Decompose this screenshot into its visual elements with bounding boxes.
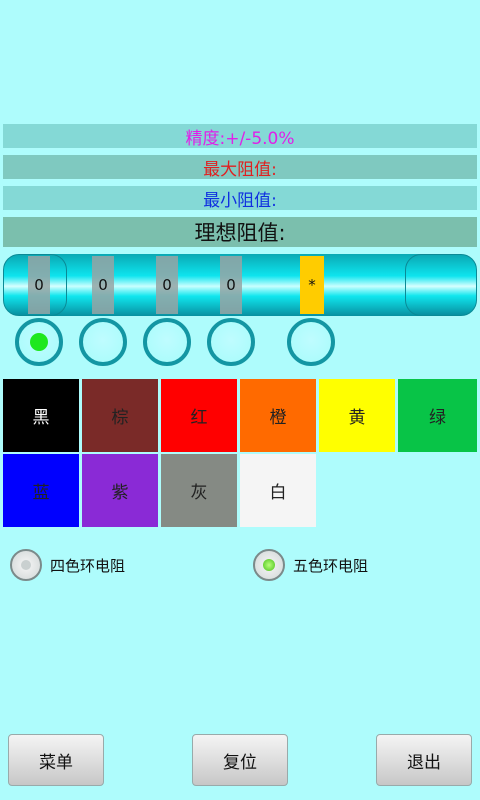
resistor-right-cap (405, 254, 477, 316)
color-red-label: 红 (190, 408, 208, 428)
band-selector-4[interactable] (207, 318, 255, 366)
color-orange[interactable]: 橙 (240, 379, 316, 452)
color-red[interactable]: 红 (161, 379, 237, 452)
color-brown-label: 棕 (111, 408, 129, 428)
color-yellow-label: 黄 (348, 408, 366, 428)
precision-bar: 精度:+/-5.0% (3, 124, 477, 149)
max-resistance-bar: 最大阻值: (3, 155, 477, 180)
band-selector-3[interactable] (143, 318, 191, 366)
four-band-label: 四色环电阻 (50, 556, 126, 575)
color-band-1[interactable]: 0 (28, 256, 50, 314)
exit-button[interactable]: 退出 (376, 734, 472, 786)
selected-indicator (30, 333, 48, 351)
color-band-5[interactable]: * (300, 256, 324, 314)
color-purple-label: 紫 (111, 483, 129, 503)
band-3-value: 0 (162, 276, 172, 294)
color-green[interactable]: 绿 (398, 379, 477, 452)
color-green-label: 绿 (429, 408, 446, 428)
five-band-radio[interactable]: 五色环电阻 (253, 549, 368, 581)
ideal-resistance-text: 理想阻值: (194, 221, 286, 245)
color-band-4[interactable]: 0 (220, 256, 242, 314)
five-band-label: 五色环电阻 (293, 556, 369, 575)
color-band-2[interactable]: 0 (92, 256, 114, 314)
resistor-graphic: 0 0 0 0 * (3, 254, 477, 316)
color-grey[interactable]: 灰 (161, 454, 237, 527)
color-blue[interactable]: 蓝 (3, 454, 79, 527)
ideal-resistance-bar: 理想阻值: (3, 217, 477, 247)
color-black-label: 黑 (32, 408, 50, 428)
radio-ring (253, 549, 285, 581)
four-band-radio[interactable]: 四色环电阻 (10, 549, 125, 581)
color-black[interactable]: 黑 (3, 379, 79, 452)
color-yellow[interactable]: 黄 (319, 379, 395, 452)
menu-button[interactable]: 菜单 (8, 734, 104, 786)
band-selector-5[interactable] (287, 318, 335, 366)
color-white[interactable]: 白 (240, 454, 316, 527)
color-brown[interactable]: 棕 (82, 379, 158, 452)
min-resistance-bar: 最小阻值: (3, 186, 477, 211)
reset-button[interactable]: 复位 (192, 734, 288, 786)
band-1-value: 0 (34, 276, 44, 294)
band-selector-2[interactable] (79, 318, 127, 366)
radio-ring (10, 549, 42, 581)
max-resistance-text: 最大阻值: (203, 159, 277, 180)
color-white-label: 白 (269, 483, 287, 503)
color-grey-label: 灰 (190, 483, 208, 503)
radio-inner-unchecked (21, 560, 31, 570)
min-resistance-text: 最小阻值: (203, 190, 277, 211)
band-5-value: * (308, 276, 316, 294)
color-blue-label: 蓝 (32, 483, 50, 503)
band-selector-1[interactable] (15, 318, 63, 366)
color-orange-label: 橙 (269, 408, 287, 428)
band-2-value: 0 (98, 276, 108, 294)
precision-text: 精度:+/-5.0% (185, 128, 295, 149)
color-band-3[interactable]: 0 (156, 256, 178, 314)
color-purple[interactable]: 紫 (82, 454, 158, 527)
radio-inner-checked (263, 559, 275, 571)
band-4-value: 0 (226, 276, 236, 294)
